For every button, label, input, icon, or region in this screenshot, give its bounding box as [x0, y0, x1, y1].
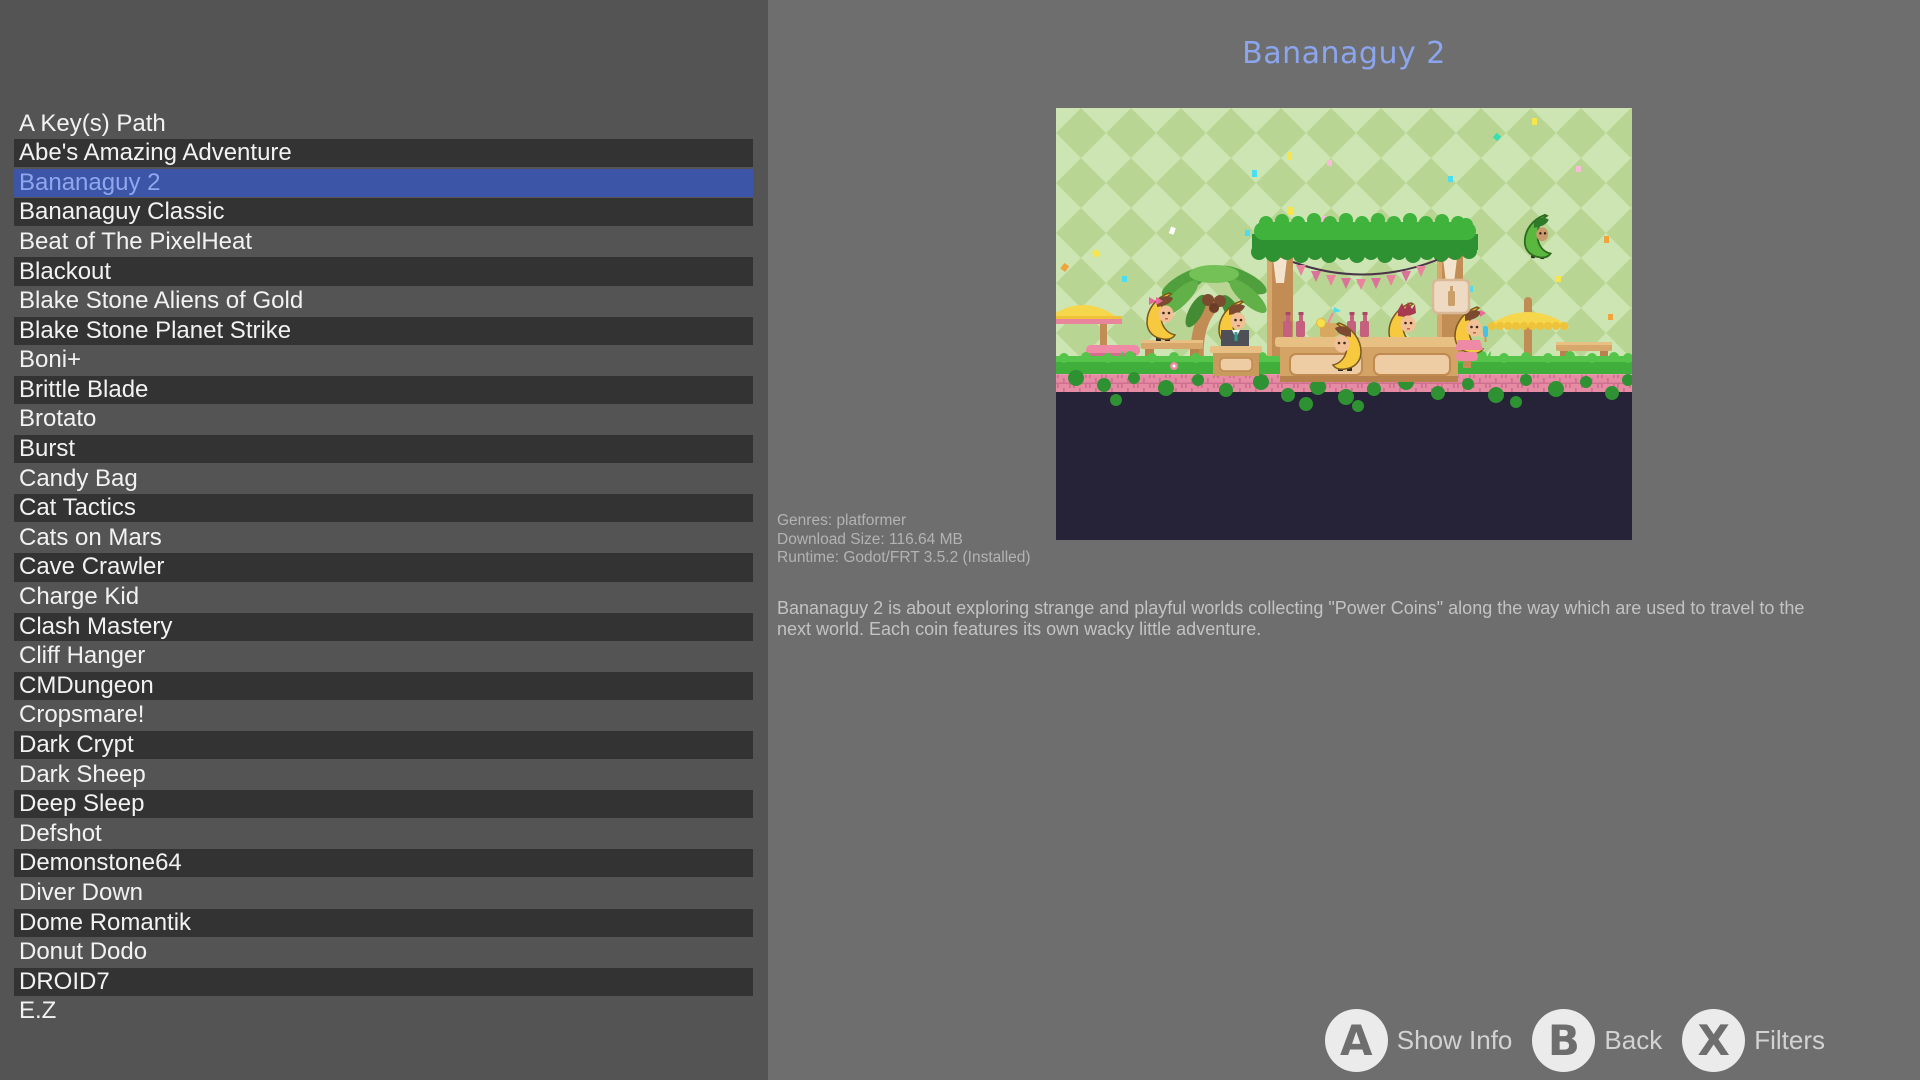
- hint-bar: A Show Info B Back X Filters: [1325, 1009, 1825, 1072]
- game-list-item[interactable]: Clash Mastery: [14, 613, 753, 641]
- game-screenshot: [1056, 108, 1632, 540]
- game-list-item[interactable]: Donut Dodo: [14, 938, 753, 966]
- game-title-label: Charge Kid: [19, 583, 139, 611]
- game-list-item[interactable]: Dome Romantik: [14, 909, 753, 937]
- game-list-item[interactable]: Dark Crypt: [14, 731, 753, 759]
- hint-back: B Back: [1532, 1009, 1662, 1072]
- game-title-label: DROID7: [19, 968, 110, 996]
- game-title-label: Dark Sheep: [19, 761, 146, 789]
- game-list-item[interactable]: Boni+: [14, 346, 753, 374]
- game-title-label: Cropsmare!: [19, 701, 144, 729]
- bar-counter: [1275, 337, 1463, 382]
- game-description: Bananaguy 2 is about exploring strange a…: [777, 598, 1822, 640]
- game-list-item[interactable]: E.Z: [14, 997, 753, 1025]
- game-title-label: E.Z: [19, 997, 56, 1025]
- game-list-item[interactable]: Burst: [14, 435, 753, 463]
- game-list-item[interactable]: Beat of The PixelHeat: [14, 228, 753, 256]
- game-title-label: Bananaguy Classic: [19, 198, 224, 226]
- game-list-item[interactable]: CMDungeon: [14, 672, 753, 700]
- hint-label: Filters: [1754, 1025, 1825, 1056]
- game-title-label: Cave Crawler: [19, 553, 164, 581]
- game-title-label: Clash Mastery: [19, 613, 172, 641]
- detail-panel: Bananaguy 2: [768, 0, 1920, 1080]
- menu-sign: [1433, 280, 1469, 313]
- game-title-label: Blake Stone Planet Strike: [19, 317, 291, 345]
- game-title-label: Deep Sleep: [19, 790, 144, 818]
- game-meta: Genres: platformer Download Size: 116.64…: [777, 512, 1031, 568]
- game-title-label: Cats on Mars: [19, 524, 162, 552]
- banana-girl-on-bench: [1147, 293, 1175, 341]
- game-title-label: Candy Bag: [19, 465, 138, 493]
- game-title-label: Diver Down: [19, 879, 143, 907]
- game-list-item[interactable]: Cave Crawler: [14, 553, 753, 581]
- game-title-label: Burst: [19, 435, 75, 463]
- gamepad-button-x-icon[interactable]: X: [1682, 1009, 1745, 1072]
- game-title-label: Dark Crypt: [19, 731, 134, 759]
- game-title-label: Blackout: [19, 258, 111, 286]
- game-title-label: Cat Tactics: [19, 494, 136, 522]
- game-list-item[interactable]: Diver Down: [14, 879, 753, 907]
- game-title-label: CMDungeon: [19, 672, 154, 700]
- app-window: { "colors": { "left-bg": "#545454", "rig…: [0, 0, 1920, 1080]
- game-list-item[interactable]: Dark Sheep: [14, 761, 753, 789]
- game-list-item[interactable]: Cat Tactics: [14, 494, 753, 522]
- page-title: Bananaguy 2: [768, 36, 1920, 71]
- game-list-item[interactable]: Bananaguy 2: [14, 169, 753, 197]
- gamepad-button-b-icon[interactable]: B: [1532, 1009, 1595, 1072]
- game-list-item[interactable]: Cropsmare!: [14, 701, 753, 729]
- meta-runtime: Runtime: Godot/FRT 3.5.2 (Installed): [777, 549, 1031, 568]
- meta-genres: Genres: platformer: [777, 512, 1031, 531]
- game-title-label: Abe's Amazing Adventure: [19, 139, 292, 167]
- game-title-label: Demonstone64: [19, 849, 182, 877]
- game-list-item[interactable]: Deep Sleep: [14, 790, 753, 818]
- game-title-label: Boni+: [19, 346, 81, 374]
- hint-show-info: A Show Info: [1325, 1009, 1513, 1072]
- game-list: A Key(s) PathAbe's Amazing AdventureBana…: [14, 108, 753, 1027]
- game-list-item[interactable]: Cats on Mars: [14, 524, 753, 552]
- game-title-label: Donut Dodo: [19, 938, 147, 966]
- game-list-item[interactable]: Blake Stone Aliens of Gold: [14, 287, 753, 315]
- game-title-label: Blake Stone Aliens of Gold: [19, 287, 303, 315]
- game-list-item[interactable]: Blackout: [14, 257, 753, 285]
- game-title-label: Cliff Hanger: [19, 642, 145, 670]
- game-list-item[interactable]: Abe's Amazing Adventure: [14, 139, 753, 167]
- game-list-item[interactable]: Brotato: [14, 405, 753, 433]
- hint-filters: X Filters: [1682, 1009, 1825, 1072]
- hint-label: Back: [1604, 1025, 1662, 1056]
- game-list-item[interactable]: Brittle Blade: [14, 376, 753, 404]
- hint-label: Show Info: [1397, 1025, 1513, 1056]
- game-title-label: Bananaguy 2: [19, 169, 160, 197]
- meta-download-size: Download Size: 116.64 MB: [777, 531, 1031, 550]
- game-title-label: Beat of The PixelHeat: [19, 228, 252, 256]
- game-title-label: A Key(s) Path: [19, 110, 166, 138]
- game-list-item[interactable]: Bananaguy Classic: [14, 198, 753, 226]
- game-list-item[interactable]: Blake Stone Planet Strike: [14, 317, 753, 345]
- game-list-item[interactable]: DROID7: [14, 968, 753, 996]
- gamepad-button-a-icon[interactable]: A: [1325, 1009, 1388, 1072]
- game-list-item[interactable]: Candy Bag: [14, 465, 753, 493]
- game-title-label: Dome Romantik: [19, 909, 191, 937]
- game-title-label: Brittle Blade: [19, 376, 148, 404]
- game-title-label: Brotato: [19, 405, 96, 433]
- game-list-item[interactable]: A Key(s) Path: [14, 110, 753, 138]
- game-list-item[interactable]: Demonstone64: [14, 849, 753, 877]
- game-list-panel: A Key(s) PathAbe's Amazing AdventureBana…: [0, 0, 768, 1080]
- game-list-item[interactable]: Defshot: [14, 820, 753, 848]
- game-list-item[interactable]: Charge Kid: [14, 583, 753, 611]
- game-list-item[interactable]: Cliff Hanger: [14, 642, 753, 670]
- game-title-label: Defshot: [19, 820, 102, 848]
